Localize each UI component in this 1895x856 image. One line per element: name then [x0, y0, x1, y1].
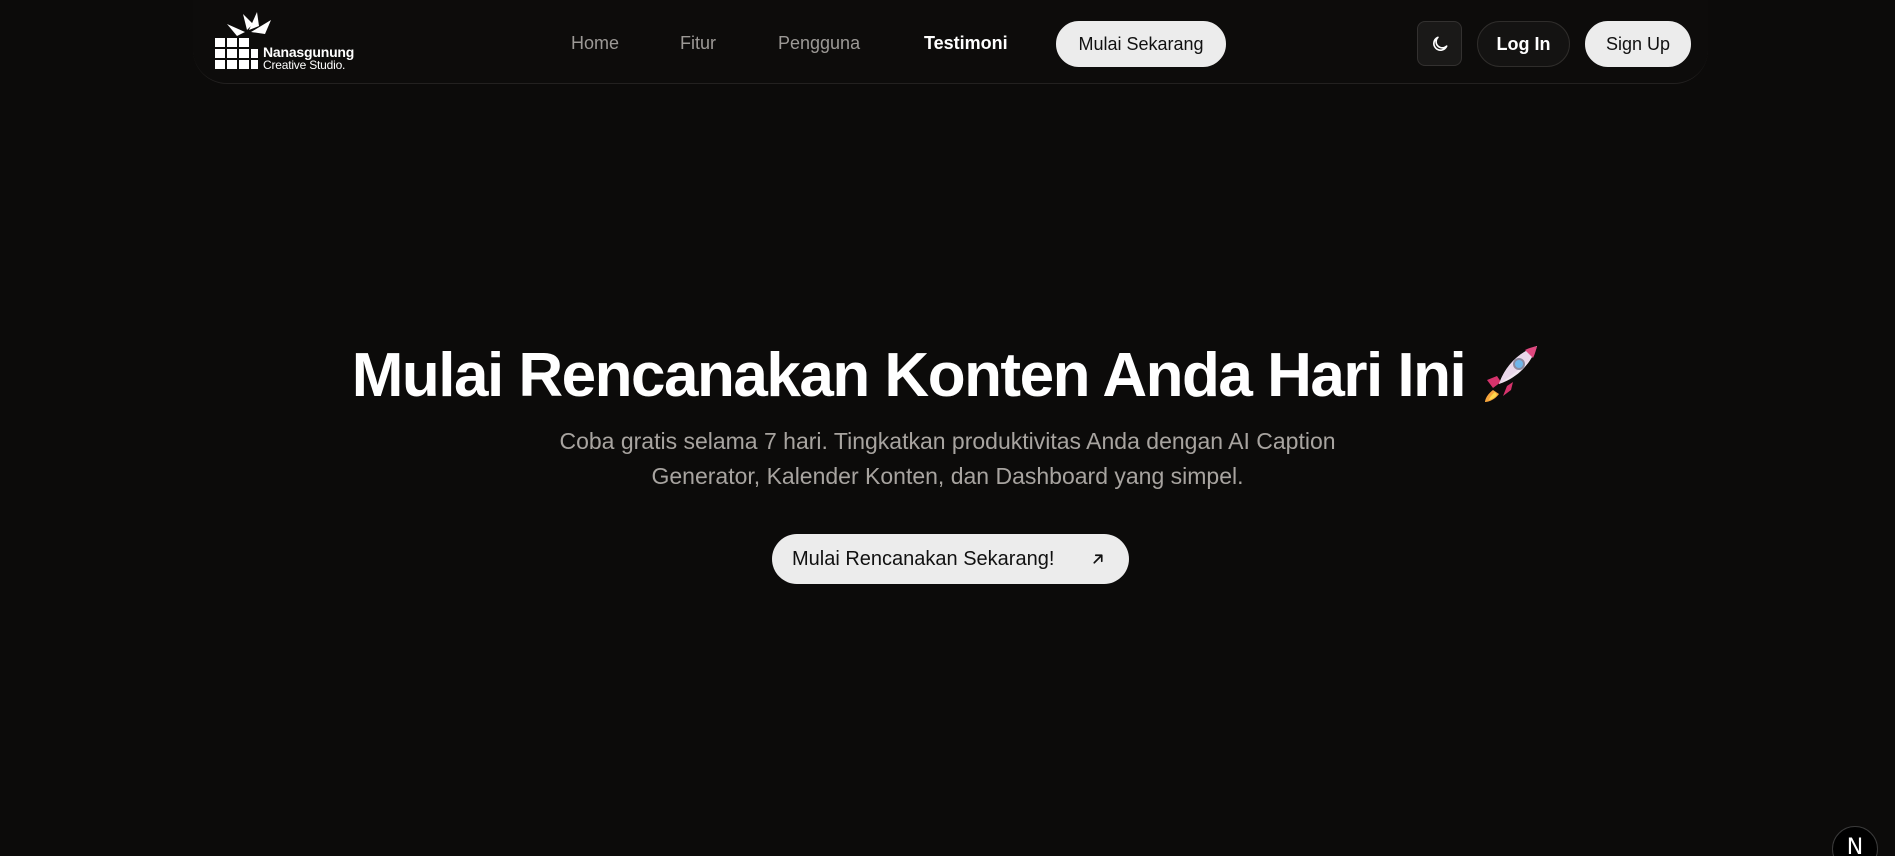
- arrow-up-right-icon: [1093, 554, 1103, 564]
- mulai-rencanakan-button[interactable]: Mulai Rencanakan Sekarang!: [772, 534, 1129, 584]
- nav-link-fitur[interactable]: Fitur: [680, 33, 716, 54]
- dev-badge-letter: N: [1846, 835, 1864, 856]
- mulai-sekarang-button[interactable]: Mulai Sekarang: [1056, 21, 1226, 67]
- navbar: Nanasgunung Creative Studio. Home Fitur …: [193, 0, 1708, 84]
- mulai-rencanakan-label: Mulai Rencanakan Sekarang!: [792, 547, 1055, 570]
- hero-title-text: Mulai Rencanakan Konten Anda Hari Ini: [351, 341, 1467, 410]
- rocket-icon: [1485, 346, 1538, 402]
- nav-link-pengguna[interactable]: Pengguna: [778, 33, 860, 54]
- brand-text: Nanasgunung Creative Studio.: [263, 45, 354, 72]
- brand-subtitle: Creative Studio.: [263, 58, 346, 72]
- brand-logo[interactable]: Nanasgunung Creative Studio.: [213, 8, 373, 78]
- signup-button[interactable]: Sign Up: [1585, 21, 1691, 67]
- nav-link-testimoni[interactable]: Testimoni: [924, 33, 1008, 54]
- login-button[interactable]: Log In: [1477, 21, 1570, 67]
- hero-title: Mulai Rencanakan Konten Anda Hari Ini: [0, 340, 1895, 411]
- moon-icon: [1432, 36, 1447, 51]
- nextjs-icon[interactable]: N: [1832, 826, 1878, 856]
- hero-subtitle-line-1: Coba gratis selama 7 hari. Tingkatkan pr…: [559, 428, 1336, 454]
- hero-subtitle: Coba gratis selama 7 hari. Tingkatkan pr…: [520, 424, 1375, 494]
- page: Nanasgunung Creative Studio. Home Fitur …: [0, 0, 1895, 856]
- theme-toggle-button[interactable]: [1417, 21, 1462, 66]
- nav-link-home[interactable]: Home: [571, 33, 619, 54]
- hero-subtitle-line-2: Generator, Kalender Konten, dan Dashboar…: [651, 463, 1244, 489]
